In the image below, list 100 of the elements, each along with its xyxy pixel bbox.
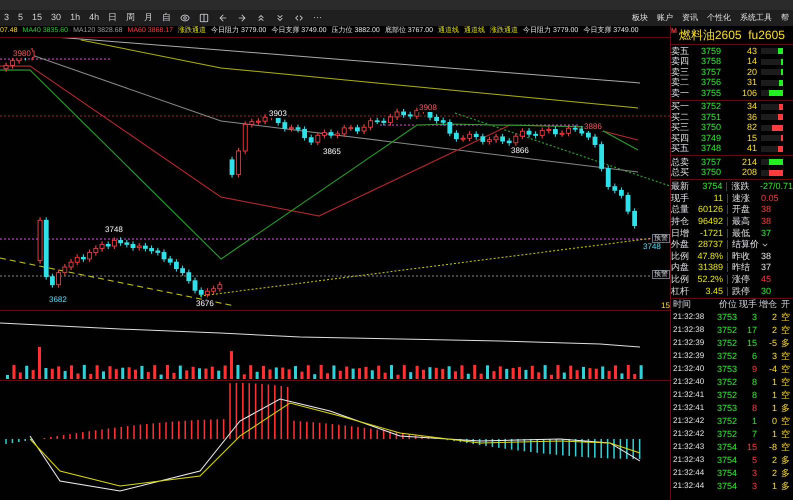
- book-label: 买一: [671, 102, 690, 112]
- split-icon[interactable]: [199, 13, 210, 23]
- tick-change: 2: [770, 456, 777, 465]
- tick-type: 空: [780, 442, 790, 452]
- menu-item[interactable]: 板块: [632, 12, 648, 24]
- tick-change: 1: [770, 430, 777, 439]
- book-volume: 41: [746, 144, 758, 154]
- menu-item[interactable]: 资讯: [682, 12, 698, 24]
- price-label: 3865: [322, 148, 342, 156]
- period-tab[interactable]: 30: [51, 11, 62, 25]
- candle: [362, 124, 366, 134]
- tick-volume: 3: [750, 468, 757, 478]
- period-tab[interactable]: 月: [144, 11, 154, 25]
- stat-label: 持仓: [671, 217, 690, 226]
- period-tag: 15: [661, 302, 670, 310]
- tick-change: 1: [770, 390, 777, 400]
- book-volume: 34: [746, 102, 758, 112]
- menu-item[interactable]: 账户: [657, 12, 673, 24]
- tick-price: 3752: [716, 352, 737, 361]
- candle: [4, 62, 8, 72]
- candle: [322, 129, 327, 139]
- stat-label: 最低: [727, 228, 761, 238]
- price-label: 3886: [583, 123, 603, 131]
- candle: [626, 192, 630, 215]
- price-label: 3682: [48, 296, 68, 304]
- candle: [592, 134, 598, 148]
- tick-price: 3754: [716, 442, 737, 452]
- tick-time: 21:32:41: [672, 404, 706, 412]
- tick-type: 空: [780, 430, 790, 439]
- book-label: 总卖: [671, 158, 690, 167]
- book-volume: 208: [740, 168, 758, 178]
- tick-volume: 3: [750, 482, 757, 491]
- book-price: 3752: [701, 102, 722, 112]
- tick-time: 21:32:44: [672, 482, 706, 490]
- book-volume: 36: [746, 112, 758, 122]
- tick-price: 3753: [716, 312, 737, 322]
- stat-label: 结算价: [727, 240, 761, 250]
- tick-change: 3: [770, 352, 777, 361]
- book-volume: 43: [746, 46, 758, 56]
- book-volume: 15: [746, 134, 758, 143]
- more-button[interactable]: ···: [313, 11, 322, 25]
- tick-volume: 9: [750, 364, 757, 374]
- period-tab[interactable]: 周: [126, 11, 136, 25]
- stat-label: 比例: [671, 275, 690, 284]
- tick-type: 多: [780, 468, 790, 478]
- period-tab[interactable]: 日: [108, 11, 118, 25]
- tick-type: 多: [780, 404, 790, 413]
- period-tab[interactable]: 5: [18, 11, 24, 25]
- tick-type: 空: [780, 378, 790, 387]
- tick-volume: 8: [750, 378, 757, 387]
- period-tab[interactable]: 4h: [89, 11, 100, 25]
- book-price: 3756: [701, 78, 722, 88]
- left-arrow-icon[interactable]: [218, 13, 228, 23]
- tick-time: 21:32:38: [672, 313, 706, 322]
- tick-type: 空: [780, 364, 790, 374]
- tick-time: 21:32:42: [672, 430, 706, 438]
- right-arrow-icon[interactable]: [237, 13, 248, 23]
- stat-value: 47.8%: [697, 252, 724, 261]
- menu-item[interactable]: 帮: [781, 12, 789, 24]
- column-header: 增仓: [758, 300, 777, 310]
- period-tab[interactable]: 自: [162, 11, 172, 25]
- candle: [520, 128, 525, 140]
- candle: [619, 186, 624, 199]
- price-label: 3676: [195, 300, 215, 308]
- chevrons-down-icon[interactable]: [275, 13, 286, 23]
- book-volume: 31: [746, 78, 758, 88]
- tick-volume: 1: [750, 416, 757, 426]
- book-label: 总买: [671, 168, 690, 178]
- period-tab[interactable]: 1h: [70, 11, 80, 25]
- resize-icon[interactable]: [294, 13, 304, 23]
- period-tab[interactable]: 15: [32, 11, 42, 25]
- stat-value: 38: [761, 252, 772, 261]
- stat-value: 0.05: [761, 194, 779, 203]
- book-price: 3750: [701, 168, 722, 178]
- book-volume: 82: [746, 123, 758, 132]
- tick-change: 1: [770, 378, 777, 387]
- period-tab[interactable]: 3: [4, 11, 10, 25]
- menu-item[interactable]: 系统工具: [740, 12, 772, 24]
- candle: [230, 156, 234, 178]
- stat-value: -27/0.71: [760, 182, 793, 192]
- tick-time: 21:32:40: [672, 378, 706, 386]
- tick-volume: 8: [750, 404, 757, 413]
- tick-price: 3752: [716, 378, 737, 387]
- tick-type: 多: [780, 338, 790, 348]
- candle: [328, 129, 334, 139]
- book-label: 买五: [671, 144, 690, 154]
- stat-value: 38: [761, 217, 772, 226]
- book-label: 买三: [671, 123, 690, 132]
- menu-item[interactable]: 个性化: [707, 12, 731, 24]
- chevrons-up-icon[interactable]: [256, 13, 266, 23]
- stat-label: 昨结: [727, 263, 761, 272]
- candle: [289, 124, 294, 132]
- candle: [368, 117, 373, 131]
- stat-label: 跌停: [727, 286, 761, 296]
- book-label: 卖五: [671, 46, 690, 56]
- candle: [494, 133, 498, 144]
- eye-icon[interactable]: [180, 13, 190, 23]
- stat-value: -1721: [698, 228, 724, 238]
- stat-value: 30: [761, 286, 772, 296]
- tick-time: 21:32:42: [672, 417, 706, 426]
